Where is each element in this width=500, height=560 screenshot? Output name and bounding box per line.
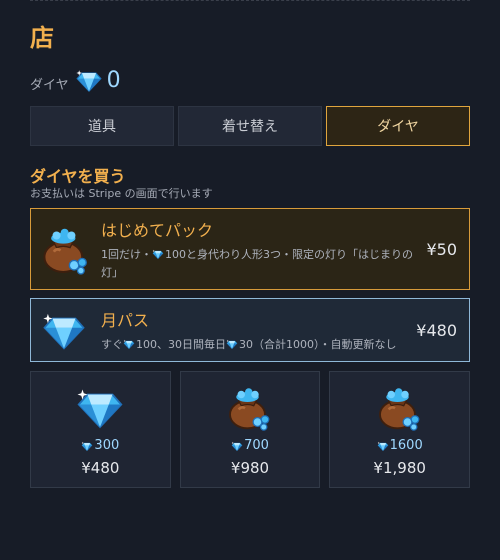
section-title: ダイヤを買う xyxy=(30,167,126,186)
gem-bag-icon xyxy=(375,382,425,432)
section-subtitle: お支払いは Stripe の画面で行います xyxy=(30,187,213,200)
pack-amount-value: 1600 xyxy=(389,438,423,453)
diamond-pack-grid: 300 ¥480 700 ¥980 1600 ¥1,980 xyxy=(30,371,471,488)
diamond-icon xyxy=(123,338,135,350)
starter-pack-name: はじめてパック xyxy=(101,220,214,240)
monthly-desc-amount1: 100 xyxy=(136,337,157,351)
diamond-pack-300[interactable]: 300 ¥480 xyxy=(30,371,171,488)
monthly-pass-card[interactable]: 月パス すぐ 100、30日間毎日 30（合計1000）・自動更新なし ¥480 xyxy=(30,298,470,362)
monthly-pass-price: ¥480 xyxy=(416,320,457,340)
starter-desc-amount: 100 xyxy=(165,247,186,261)
starter-pack-price: ¥50 xyxy=(426,239,457,259)
pack-amount: 300 xyxy=(81,438,119,453)
monthly-desc-pre: すぐ xyxy=(101,337,123,351)
diamond-icon xyxy=(75,66,103,94)
pack-amount: 1600 xyxy=(377,438,423,453)
monthly-desc-mid: 、30日間毎日 xyxy=(157,337,226,351)
monthly-pass-name: 月パス xyxy=(101,310,150,330)
monthly-pass-desc: すぐ 100、30日間毎日 30（合計1000）・自動更新なし xyxy=(101,336,408,354)
monthly-desc-post: （合計1000）・自動更新なし xyxy=(253,337,397,351)
balance-label: ダイヤ xyxy=(30,77,69,93)
tab-outfits[interactable]: 着せ替え xyxy=(178,106,322,146)
page-title: 店 xyxy=(30,24,54,52)
pack-amount-value: 300 xyxy=(94,438,120,453)
starter-pack-card[interactable]: はじめてパック 1回だけ・ 100と身代わり人形3つ・限定の灯り「はじまりの灯」 … xyxy=(30,208,470,290)
diamond-icon xyxy=(41,307,87,353)
diamond-icon xyxy=(231,440,243,452)
balance-value: 0 xyxy=(106,67,121,93)
diamond-icon xyxy=(75,382,125,432)
gem-bag-icon xyxy=(39,222,93,276)
diamond-icon xyxy=(152,248,164,260)
diamond-pack-1600[interactable]: 1600 ¥1,980 xyxy=(329,371,471,488)
diamond-balance: ダイヤ 0 xyxy=(30,66,121,94)
pack-amount: 700 xyxy=(231,438,269,453)
pack-price: ¥480 xyxy=(81,459,120,477)
tab-items[interactable]: 道具 xyxy=(30,106,174,146)
top-divider xyxy=(30,0,470,1)
tab-diamonds[interactable]: ダイヤ xyxy=(326,106,470,146)
gem-bag-icon xyxy=(225,382,275,432)
diamond-icon xyxy=(226,338,238,350)
shop-tabs: 道具 着せ替え ダイヤ xyxy=(30,106,470,146)
pack-amount-value: 700 xyxy=(244,438,269,453)
diamond-icon xyxy=(377,440,389,452)
pack-price: ¥1,980 xyxy=(373,459,426,477)
diamond-pack-700[interactable]: 700 ¥980 xyxy=(179,371,321,488)
starter-pack-desc: 1回だけ・ 100と身代わり人形3つ・限定の灯り「はじまりの灯」 xyxy=(101,246,418,282)
starter-desc-pre: 1回だけ・ xyxy=(101,247,152,261)
diamond-icon xyxy=(81,440,93,452)
pack-price: ¥980 xyxy=(230,459,270,477)
monthly-desc-amount2: 30 xyxy=(239,337,253,351)
